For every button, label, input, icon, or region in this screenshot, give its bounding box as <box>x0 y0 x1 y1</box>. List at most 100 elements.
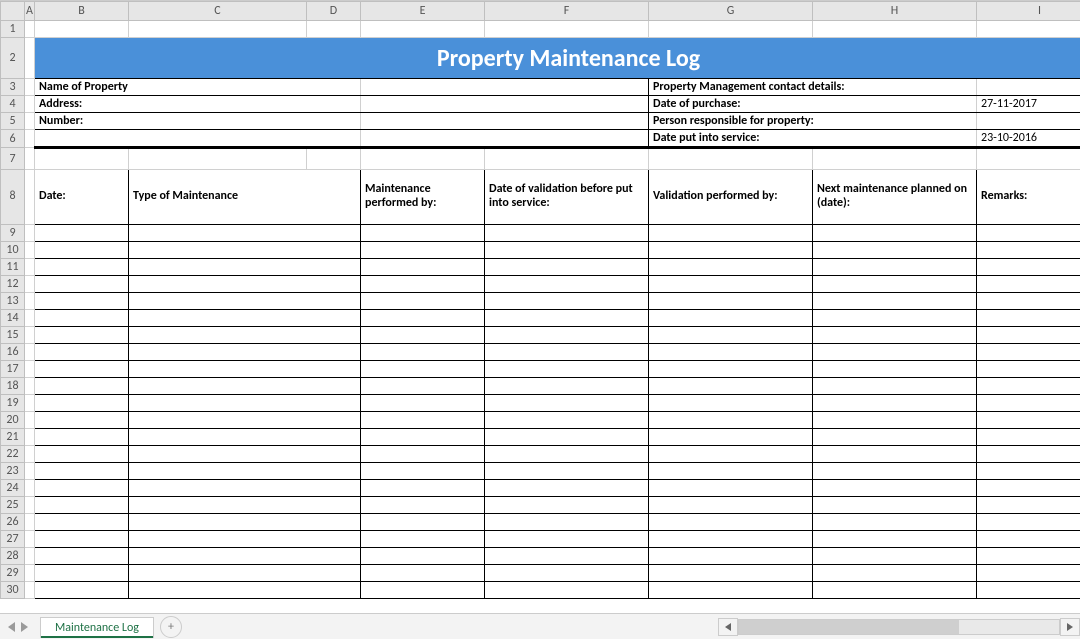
data-cell[interactable] <box>813 361 977 378</box>
data-cell[interactable] <box>649 514 813 531</box>
data-cell[interactable] <box>977 412 1080 429</box>
data-cell[interactable] <box>129 344 361 361</box>
cell[interactable] <box>25 548 35 565</box>
cell[interactable] <box>485 148 649 170</box>
data-cell[interactable] <box>977 548 1080 565</box>
row-header-1[interactable]: 1 <box>1 21 25 38</box>
contact-details-value[interactable] <box>977 79 1080 96</box>
data-cell[interactable] <box>813 327 977 344</box>
data-cell[interactable] <box>813 276 977 293</box>
data-cell[interactable] <box>977 531 1080 548</box>
cell[interactable] <box>25 21 35 38</box>
cell[interactable] <box>25 79 35 96</box>
cell[interactable] <box>25 96 35 113</box>
hscroll-right-button[interactable] <box>1060 618 1080 636</box>
data-cell[interactable] <box>977 293 1080 310</box>
row-header-7[interactable]: 7 <box>1 148 25 170</box>
data-cell[interactable] <box>485 548 649 565</box>
cell[interactable] <box>25 395 35 412</box>
cell[interactable] <box>25 327 35 344</box>
data-cell[interactable] <box>35 548 129 565</box>
cell[interactable] <box>25 429 35 446</box>
data-cell[interactable] <box>35 497 129 514</box>
cell[interactable] <box>25 113 35 130</box>
cell[interactable] <box>25 361 35 378</box>
spreadsheet-viewport[interactable]: ABCDEFGHI 12Property Maintenance Log3Nam… <box>0 0 1080 614</box>
data-cell[interactable] <box>129 378 361 395</box>
data-cell[interactable] <box>485 531 649 548</box>
cell[interactable] <box>25 446 35 463</box>
hscroll-left-button[interactable] <box>718 618 738 636</box>
row-header-22[interactable]: 22 <box>1 446 25 463</box>
col-header-B[interactable]: B <box>35 2 129 21</box>
data-cell[interactable] <box>485 293 649 310</box>
cell[interactable] <box>25 480 35 497</box>
data-cell[interactable] <box>485 412 649 429</box>
cell[interactable] <box>25 531 35 548</box>
new-sheet-button[interactable]: + <box>160 616 182 638</box>
date-service-value[interactable]: 23-10-2016 <box>977 130 1080 148</box>
data-cell[interactable] <box>485 259 649 276</box>
data-cell[interactable] <box>361 412 485 429</box>
data-cell[interactable] <box>649 259 813 276</box>
cell[interactable] <box>35 130 361 148</box>
data-cell[interactable] <box>35 310 129 327</box>
cell[interactable] <box>25 293 35 310</box>
cell[interactable] <box>25 344 35 361</box>
tab-prev-button[interactable] <box>6 620 17 634</box>
data-cell[interactable] <box>361 242 485 259</box>
data-cell[interactable] <box>35 531 129 548</box>
data-cell[interactable] <box>485 446 649 463</box>
cell[interactable] <box>25 310 35 327</box>
cell[interactable] <box>485 21 649 38</box>
data-cell[interactable] <box>813 480 977 497</box>
data-cell[interactable] <box>129 514 361 531</box>
cell[interactable] <box>25 170 35 225</box>
data-cell[interactable] <box>977 514 1080 531</box>
data-cell[interactable] <box>649 480 813 497</box>
data-cell[interactable] <box>129 565 361 582</box>
data-cell[interactable] <box>649 276 813 293</box>
data-cell[interactable] <box>361 259 485 276</box>
col-header-F[interactable]: F <box>485 2 649 21</box>
data-cell[interactable] <box>813 565 977 582</box>
row-header-28[interactable]: 28 <box>1 548 25 565</box>
data-cell[interactable] <box>977 378 1080 395</box>
data-cell[interactable] <box>485 225 649 242</box>
data-cell[interactable] <box>813 531 977 548</box>
data-cell[interactable] <box>649 344 813 361</box>
data-cell[interactable] <box>813 293 977 310</box>
data-cell[interactable] <box>361 429 485 446</box>
sheet-tab-active[interactable]: Maintenance Log <box>40 617 154 638</box>
data-cell[interactable] <box>977 582 1080 599</box>
data-cell[interactable] <box>129 429 361 446</box>
cell[interactable] <box>813 148 977 170</box>
data-cell[interactable] <box>35 480 129 497</box>
col-header-D[interactable]: D <box>307 2 361 21</box>
data-cell[interactable] <box>977 327 1080 344</box>
data-cell[interactable] <box>649 361 813 378</box>
data-cell[interactable] <box>977 344 1080 361</box>
data-cell[interactable] <box>129 446 361 463</box>
data-cell[interactable] <box>977 429 1080 446</box>
data-cell[interactable] <box>35 242 129 259</box>
data-cell[interactable] <box>129 395 361 412</box>
data-cell[interactable] <box>361 293 485 310</box>
data-cell[interactable] <box>649 446 813 463</box>
data-cell[interactable] <box>361 327 485 344</box>
data-cell[interactable] <box>485 497 649 514</box>
data-cell[interactable] <box>129 276 361 293</box>
date-purchase-value[interactable]: 27-11-2017 <box>977 96 1080 113</box>
data-cell[interactable] <box>35 344 129 361</box>
data-cell[interactable] <box>361 310 485 327</box>
cell[interactable] <box>813 21 977 38</box>
data-cell[interactable] <box>35 582 129 599</box>
person-responsible-value[interactable] <box>977 113 1080 130</box>
data-cell[interactable] <box>649 463 813 480</box>
data-cell[interactable] <box>35 395 129 412</box>
data-cell[interactable] <box>361 582 485 599</box>
row-header-10[interactable]: 10 <box>1 242 25 259</box>
cell[interactable] <box>25 582 35 599</box>
data-cell[interactable] <box>485 378 649 395</box>
data-cell[interactable] <box>813 259 977 276</box>
